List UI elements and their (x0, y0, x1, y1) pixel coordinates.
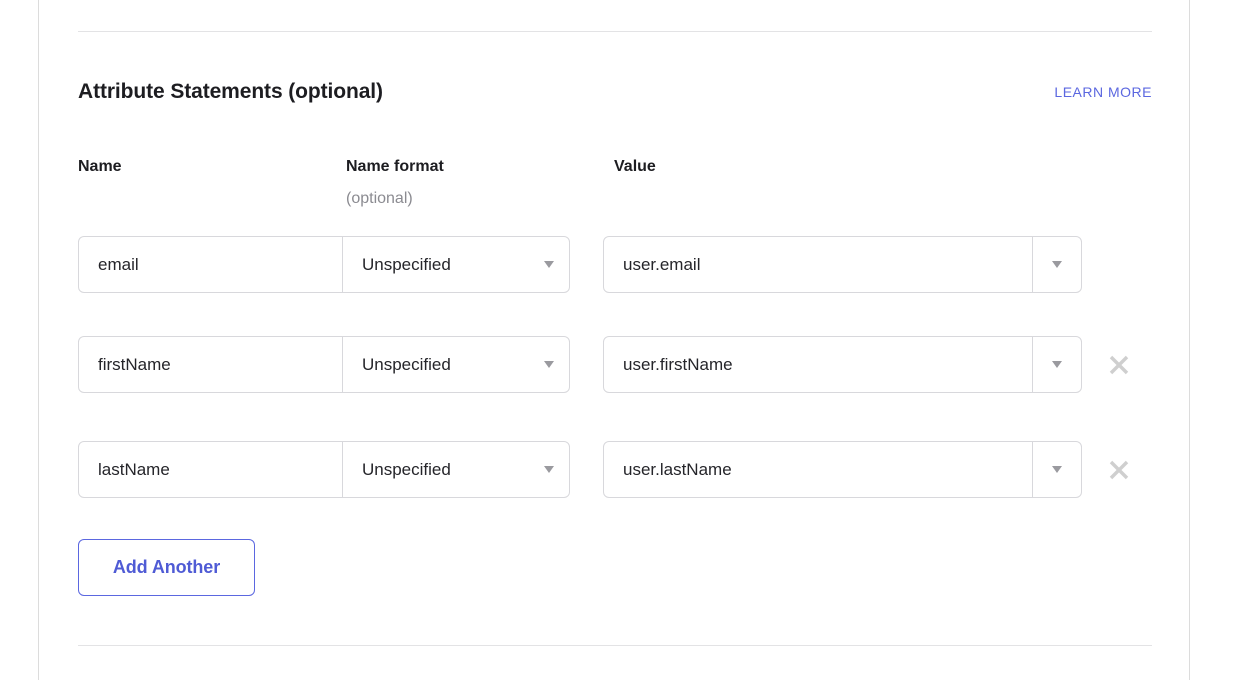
attribute-row: Unspecified (0, 336, 1240, 393)
attribute-name-input[interactable] (79, 442, 342, 497)
section-header: Attribute Statements (optional) LEARN MO… (78, 80, 1152, 110)
chevron-down-icon (1052, 361, 1062, 368)
remove-attribute-button[interactable] (1102, 453, 1136, 487)
name-format-select[interactable]: Unspecified (343, 337, 569, 392)
chevron-down-icon (1052, 261, 1062, 268)
value-group (603, 336, 1082, 393)
value-dropdown-button[interactable] (1033, 337, 1081, 392)
column-header-name-label: Name (78, 158, 122, 175)
column-header-name: Name (78, 158, 122, 176)
close-icon (1102, 453, 1136, 487)
name-format-select[interactable]: Unspecified (343, 442, 569, 497)
name-and-format-group: Unspecified (78, 236, 570, 293)
value-group (603, 441, 1082, 498)
name-and-format-group: Unspecified (78, 336, 570, 393)
attribute-name-input[interactable] (79, 237, 342, 292)
chevron-down-icon (544, 261, 554, 268)
attribute-value-input[interactable] (604, 337, 1032, 392)
section-divider-bottom (78, 645, 1152, 646)
name-format-select-value: Unspecified (362, 255, 451, 275)
value-group (603, 236, 1082, 293)
name-format-select-value: Unspecified (362, 460, 451, 480)
column-header-value-label: Value (614, 158, 656, 175)
column-header-name-format-label: Name format (346, 158, 444, 175)
section-divider-top (78, 31, 1152, 32)
learn-more-link[interactable]: LEARN MORE (1054, 84, 1152, 100)
name-and-format-group: Unspecified (78, 441, 570, 498)
remove-attribute-button[interactable] (1102, 348, 1136, 382)
value-dropdown-button[interactable] (1033, 442, 1081, 497)
column-header-value: Value (614, 158, 656, 176)
attribute-value-input[interactable] (604, 442, 1032, 497)
chevron-down-icon (1052, 466, 1062, 473)
attribute-value-input[interactable] (604, 237, 1032, 292)
name-format-select-value: Unspecified (362, 355, 451, 375)
column-header-name-format: Name format (optional) (346, 158, 444, 208)
chevron-down-icon (544, 466, 554, 473)
attribute-name-input[interactable] (79, 337, 342, 392)
column-header-name-format-sublabel: (optional) (346, 190, 444, 208)
name-format-select[interactable]: Unspecified (343, 237, 569, 292)
page-title: Attribute Statements (optional) (78, 80, 383, 104)
attribute-row: Unspecified (0, 236, 1240, 293)
chevron-down-icon (544, 361, 554, 368)
attribute-row: Unspecified (0, 441, 1240, 498)
close-icon (1102, 348, 1136, 382)
value-dropdown-button[interactable] (1033, 237, 1081, 292)
add-another-button[interactable]: Add Another (78, 539, 255, 596)
